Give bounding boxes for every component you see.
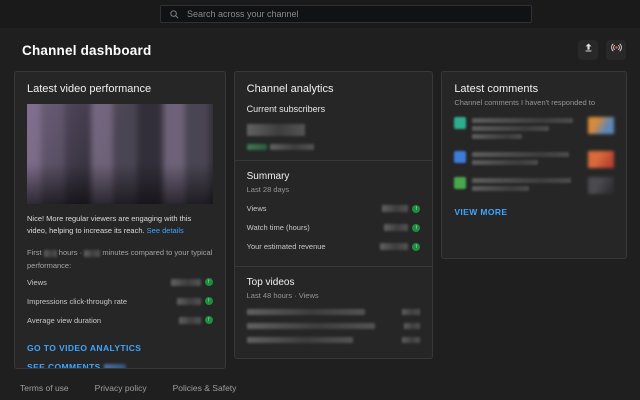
- redacted-video-title: [246, 309, 365, 315]
- summary-label: Watch time (hours): [246, 223, 310, 232]
- commenter-avatar: [454, 150, 467, 163]
- see-details-link[interactable]: See details: [147, 226, 184, 235]
- go-live-button[interactable]: [606, 40, 626, 60]
- redacted-comment-text: [472, 117, 582, 142]
- card-title: Channel analytics: [246, 83, 334, 95]
- commenter-avatar: [454, 116, 467, 129]
- footer-link-terms[interactable]: Terms of use: [20, 383, 69, 393]
- redacted-thumbnail: [27, 104, 213, 204]
- header-actions: [578, 40, 626, 60]
- redacted-video-title: [246, 337, 353, 343]
- see-comments-link[interactable]: SEE COMMENTS: [27, 361, 213, 369]
- top-videos-title: Top videos: [246, 277, 295, 288]
- channel-search-box[interactable]: [160, 5, 532, 23]
- trend-up-icon: ↑: [412, 242, 421, 251]
- trend-up-icon: ↑: [412, 223, 421, 232]
- redacted-subscriber-count: [246, 123, 305, 136]
- redacted-value: [384, 224, 409, 231]
- redacted-comment-count: [103, 364, 126, 368]
- redacted-value: [246, 144, 267, 150]
- trend-up-icon: ↑: [204, 278, 213, 287]
- summary-label: Your estimated revenue: [246, 242, 326, 251]
- top-bar: [0, 0, 640, 28]
- search-icon: [169, 9, 180, 20]
- redacted-value: [382, 205, 409, 212]
- see-comments-label: SEE COMMENTS: [27, 361, 101, 369]
- comment-item[interactable]: [454, 176, 614, 194]
- footer-link-privacy[interactable]: Privacy policy: [95, 383, 147, 393]
- redacted-value: [269, 144, 314, 150]
- dashboard-cards: Latest video performance Nice! More regu…: [0, 71, 640, 369]
- comment-video-thumbnail: [588, 116, 614, 134]
- top-video-row[interactable]: [246, 305, 421, 319]
- upload-icon: [582, 41, 595, 59]
- redacted-value: [84, 249, 101, 257]
- top-videos-subtitle: Last 48 hours · Views: [246, 291, 319, 300]
- comment-item[interactable]: [454, 116, 614, 142]
- redacted-value: [380, 243, 409, 250]
- redacted-value: [404, 323, 421, 329]
- redacted-value: [402, 309, 421, 315]
- summary-title: Summary: [246, 171, 290, 182]
- metric-row-views: Views ↑: [27, 273, 213, 292]
- top-video-row[interactable]: [246, 319, 421, 333]
- redacted-value: [178, 316, 201, 324]
- page-title: Channel dashboard: [22, 42, 152, 58]
- redacted-value: [402, 337, 421, 343]
- divider: [234, 160, 433, 161]
- metric-label: Average view duration: [27, 315, 102, 325]
- trend-up-icon: ↑: [412, 204, 421, 213]
- latest-comments-card: Latest comments Channel comments I haven…: [441, 71, 627, 259]
- redacted-comment-text: [472, 151, 582, 168]
- redacted-video-title: [246, 323, 375, 329]
- summary-row-watch-time: Watch time (hours) ↑: [247, 218, 421, 237]
- metric-label: Impressions click-through rate: [27, 296, 128, 306]
- comment-item[interactable]: [454, 150, 614, 168]
- comments-subtitle: Channel comments I haven't responded to: [454, 98, 595, 107]
- latest-video-performance-card: Latest video performance Nice! More regu…: [14, 71, 226, 369]
- trend-up-icon: ↑: [204, 297, 213, 306]
- channel-search-input[interactable]: [187, 9, 523, 19]
- view-more-comments-link[interactable]: VIEW MORE: [454, 207, 614, 217]
- comparison-part-1: First: [27, 248, 42, 258]
- comparison-part-2: hours ·: [58, 248, 83, 258]
- redacted-value: [176, 297, 201, 305]
- page-header: Channel dashboard: [0, 28, 640, 71]
- current-subscribers-label: Current subscribers: [246, 104, 326, 114]
- subscriber-delta: [246, 144, 421, 150]
- comparison-text: First hours · minutes compared to your t…: [27, 247, 213, 273]
- latest-video-thumbnail[interactable]: [27, 104, 213, 204]
- metric-row-ctr: Impressions click-through rate ↑: [27, 292, 213, 311]
- redacted-value: [170, 278, 201, 286]
- card-title: Latest video performance: [27, 83, 152, 95]
- card-title: Latest comments: [454, 83, 539, 95]
- summary-row-revenue: Your estimated revenue ↑: [247, 237, 421, 256]
- summary-row-views: Views ↑: [247, 199, 421, 218]
- redacted-value: [43, 249, 57, 257]
- summary-subtitle: Last 28 days: [246, 185, 290, 194]
- footer-link-policies[interactable]: Policies & Safety: [173, 383, 237, 393]
- divider: [234, 266, 433, 267]
- top-video-row[interactable]: [246, 333, 421, 347]
- metric-row-avg-duration: Average view duration ↑: [27, 311, 213, 330]
- performance-insight: Nice! More regular viewers are engaging …: [27, 213, 213, 236]
- summary-label: Views: [246, 204, 267, 213]
- comment-video-thumbnail: [588, 176, 614, 194]
- channel-analytics-card: Channel analytics Current subscribers Su…: [233, 71, 434, 359]
- redacted-comment-text: [472, 177, 582, 194]
- upload-video-button[interactable]: [578, 40, 598, 60]
- live-broadcast-icon: [610, 41, 623, 59]
- footer: Terms of use Privacy policy Policies & S…: [20, 383, 236, 393]
- trend-up-icon: ↑: [204, 316, 213, 325]
- metric-label: Views: [27, 277, 47, 287]
- go-to-video-analytics-link[interactable]: GO TO VIDEO ANALYTICS: [27, 343, 213, 353]
- commenter-avatar: [454, 176, 467, 189]
- comment-video-thumbnail: [588, 150, 614, 168]
